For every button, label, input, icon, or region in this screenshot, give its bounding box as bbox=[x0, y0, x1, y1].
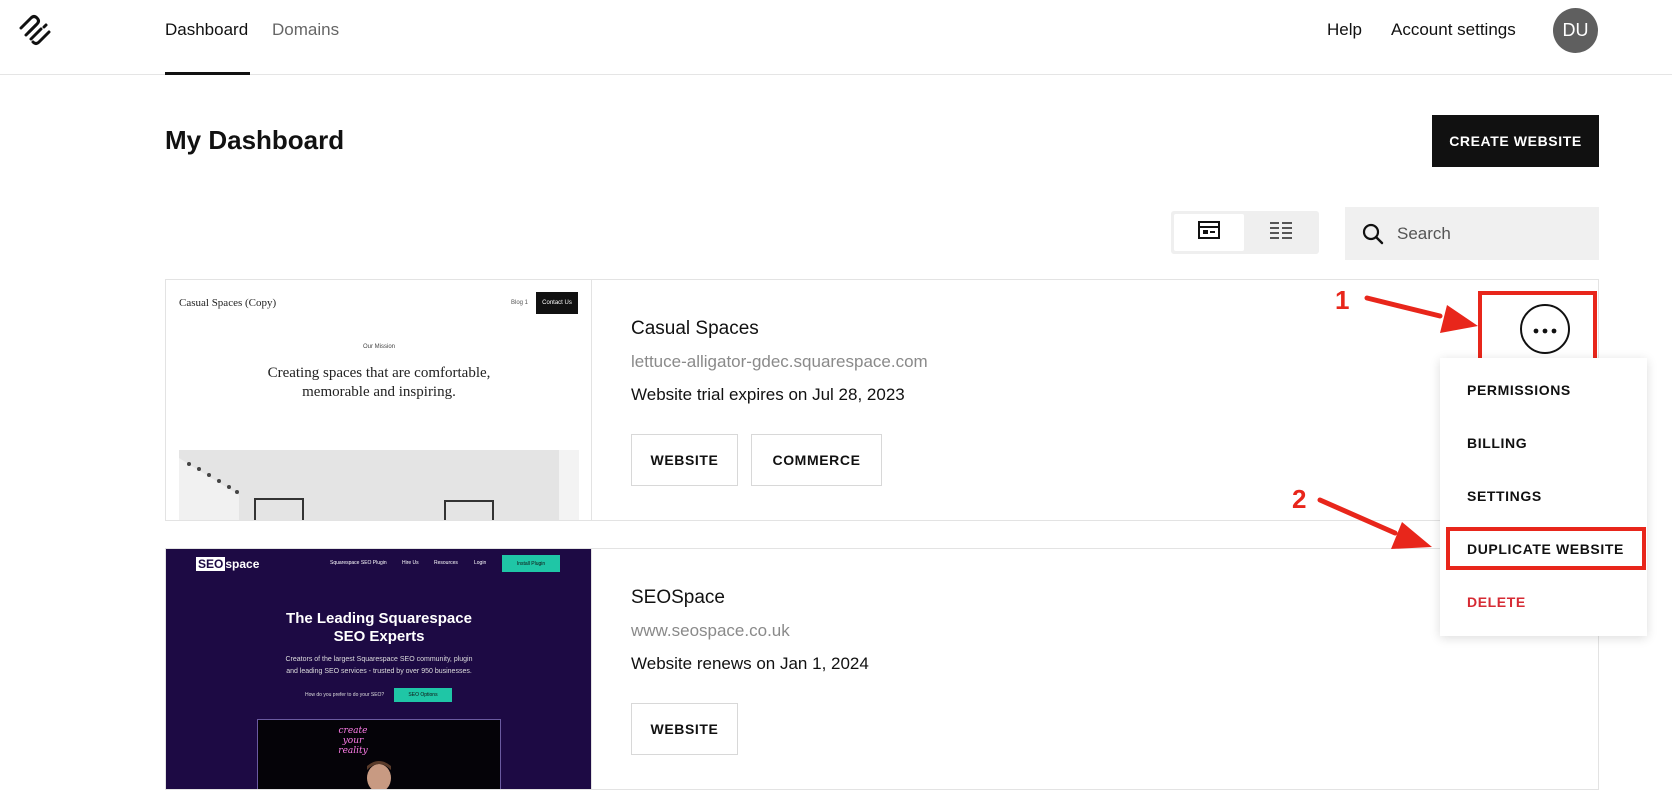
grid-view-button[interactable] bbox=[1174, 214, 1244, 251]
site-thumbnail[interactable]: Casual Spaces (Copy) Blog 1 Contact Us O… bbox=[166, 280, 592, 520]
preview-options-button: SEO Options bbox=[394, 688, 452, 702]
preview-contact-button: Contact Us bbox=[536, 292, 578, 314]
preview-prompt: How do you prefer to do your SEO? bbox=[305, 692, 385, 698]
tab-dashboard[interactable]: Dashboard bbox=[165, 20, 248, 40]
list-view-icon bbox=[1269, 220, 1293, 245]
squarespace-logo-icon[interactable] bbox=[17, 14, 53, 46]
help-link[interactable]: Help bbox=[1327, 20, 1362, 40]
site-card-seospace: SEO space Squarespace SEO Plugin Hire Us … bbox=[165, 548, 1599, 790]
list-view-button[interactable] bbox=[1246, 214, 1316, 251]
site-name[interactable]: SEOSpace bbox=[631, 587, 725, 609]
preview-nav-item: Hire Us bbox=[402, 560, 419, 566]
preview-eyebrow: Our Mission bbox=[362, 344, 395, 350]
active-tab-indicator bbox=[165, 72, 250, 75]
website-button[interactable]: WEBSITE bbox=[631, 703, 738, 755]
commerce-button[interactable]: COMMERCE bbox=[751, 434, 882, 486]
site-thumbnail[interactable]: SEO space Squarespace SEO Plugin Hire Us … bbox=[166, 549, 592, 789]
preview-subtitle: Creators of the largest Squarespace SEO … bbox=[285, 656, 473, 675]
site-url[interactable]: lettuce-alligator-gdec.squarespace.com bbox=[631, 352, 928, 372]
preview-logo: SEO space bbox=[196, 557, 260, 571]
menu-item-settings[interactable]: SETTINGS bbox=[1467, 488, 1542, 504]
create-website-button[interactable]: CREATE WEBSITE bbox=[1432, 115, 1599, 167]
site-options-menu: PERMISSIONS BILLING SETTINGS DUPLICATE W… bbox=[1440, 358, 1647, 636]
top-navigation: Dashboard Domains Help Account settings … bbox=[0, 0, 1672, 75]
preview-interior-photo bbox=[179, 450, 579, 520]
view-toggle bbox=[1171, 211, 1319, 254]
tab-domains[interactable]: Domains bbox=[272, 20, 339, 40]
site-status: Website trial expires on Jul 28, 2023 bbox=[631, 385, 905, 404]
preview-video: create your reality bbox=[257, 719, 501, 789]
preview-nav-link: Blog 1 bbox=[511, 300, 529, 306]
website-button[interactable]: WEBSITE bbox=[631, 434, 738, 486]
menu-item-billing[interactable]: BILLING bbox=[1467, 435, 1527, 451]
preview-site-title: Casual Spaces (Copy) bbox=[179, 297, 277, 309]
site-url[interactable]: www.seospace.co.uk bbox=[631, 621, 790, 641]
search-icon bbox=[1361, 222, 1385, 246]
preview-nav-item: Login bbox=[474, 560, 487, 566]
highlight-box-duplicate-website bbox=[1446, 527, 1646, 570]
preview-headline: Creating spaces that are comfortable, me… bbox=[267, 365, 491, 400]
preview-nav-item: Resources bbox=[434, 560, 458, 566]
menu-item-delete[interactable]: DELETE bbox=[1467, 594, 1526, 610]
annotation-step-1: 1 bbox=[1335, 285, 1350, 315]
menu-item-permissions[interactable]: PERMISSIONS bbox=[1467, 382, 1571, 398]
site-card-casual-spaces: Casual Spaces (Copy) Blog 1 Contact Us O… bbox=[165, 279, 1599, 521]
account-settings-link[interactable]: Account settings bbox=[1391, 20, 1516, 40]
annotation-step-2: 2 bbox=[1292, 484, 1307, 514]
search-input[interactable] bbox=[1397, 207, 1587, 260]
preview-headline: The Leading Squarespace SEO Experts bbox=[286, 610, 472, 645]
avatar[interactable]: DU bbox=[1553, 8, 1598, 53]
site-status: Website renews on Jan 1, 2024 bbox=[631, 654, 869, 673]
site-name[interactable]: Casual Spaces bbox=[631, 318, 759, 340]
preview-nav-item: Squarespace SEO Plugin bbox=[330, 560, 387, 566]
highlight-box-more-options bbox=[1478, 291, 1597, 364]
search-box bbox=[1345, 207, 1599, 260]
grid-view-icon bbox=[1197, 220, 1221, 245]
page-title: My Dashboard bbox=[165, 125, 345, 155]
preview-install-button: Install Plugin bbox=[502, 555, 560, 572]
